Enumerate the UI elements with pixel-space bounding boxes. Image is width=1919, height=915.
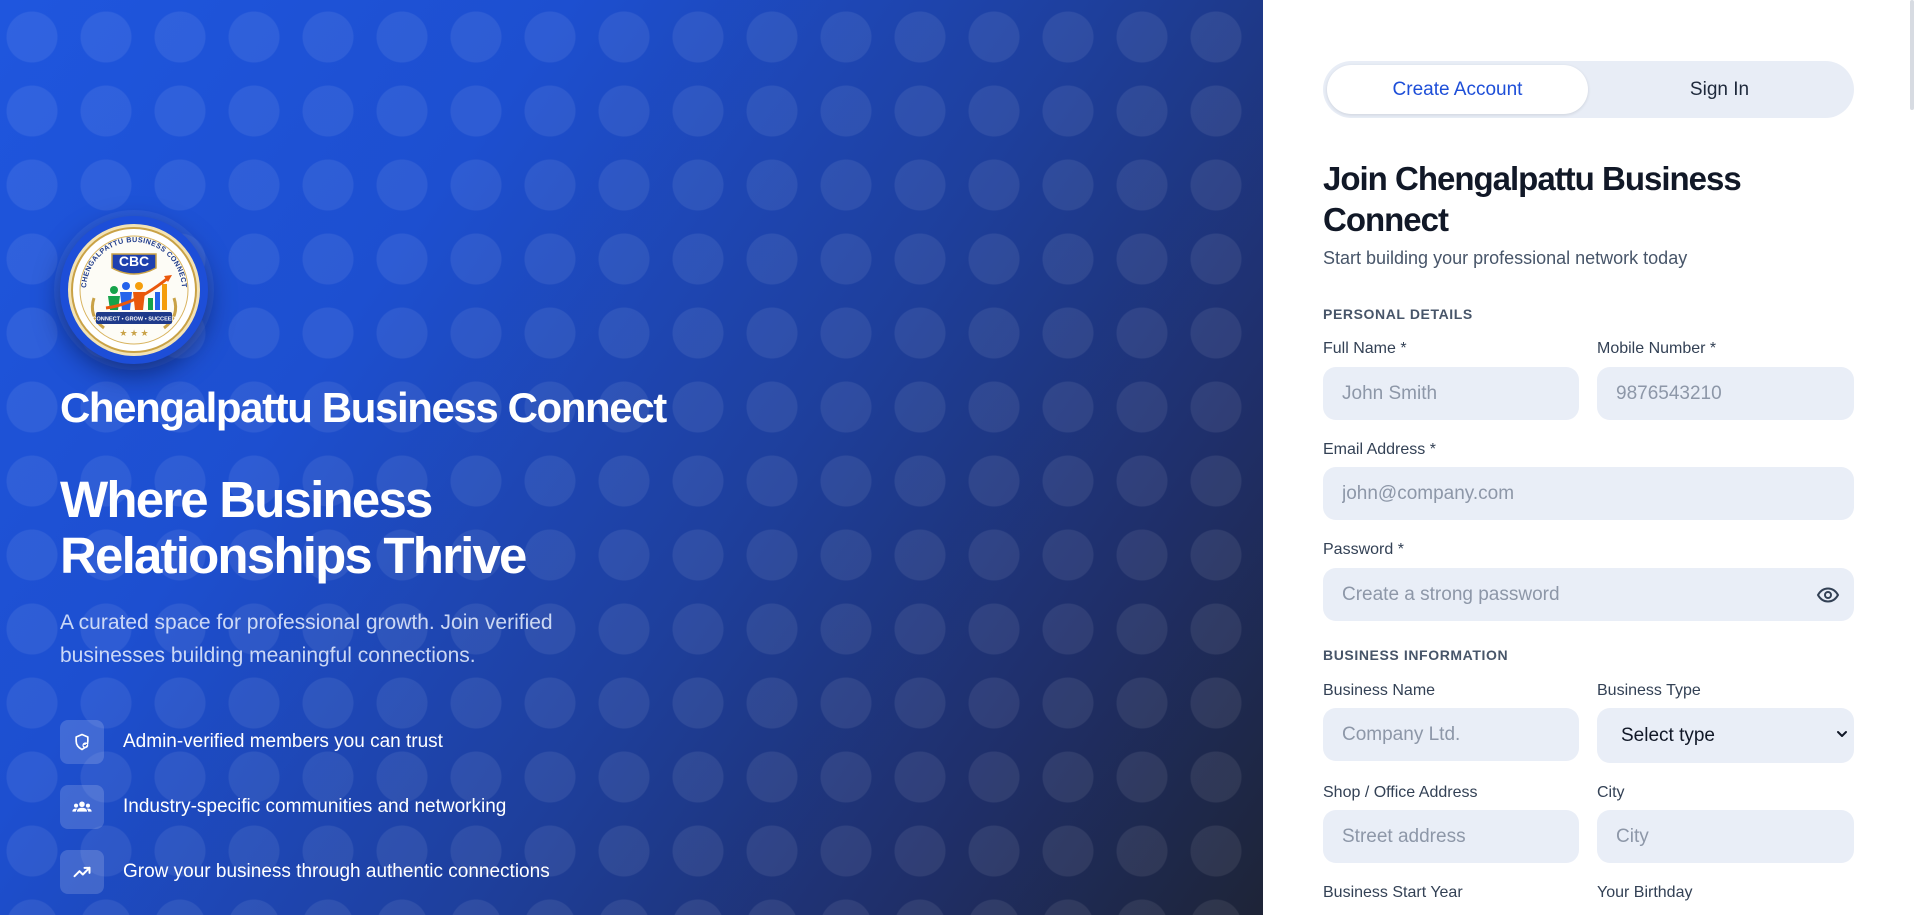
- feature-text: Industry-specific communities and networ…: [123, 796, 507, 817]
- business-name-label: Business Name: [1323, 682, 1436, 699]
- feature-text: Grow your business through authentic con…: [123, 861, 550, 882]
- cbc-logo: CHENGALPATTU BUSINESS CONNECT CBC CONNEC: [60, 216, 208, 364]
- business-type-selected: Select type: [1621, 724, 1715, 746]
- scrollbar-thumb[interactable]: [1910, 0, 1914, 110]
- address-input[interactable]: [1342, 810, 1579, 863]
- password-label: Password *: [1323, 541, 1404, 558]
- verified-shield-icon: [60, 720, 104, 764]
- full-name-field: [1323, 367, 1579, 420]
- trending-up-icon: [60, 850, 104, 894]
- hero-tagline: Where Business Relationships Thrive: [60, 471, 527, 584]
- form-title: Join Chengalpattu Business Connect: [1323, 160, 1742, 238]
- chevron-down-icon: [1837, 731, 1847, 737]
- svg-text:★ ★ ★: ★ ★ ★: [119, 328, 148, 338]
- email-field: [1323, 467, 1854, 520]
- city-label: City: [1597, 784, 1625, 801]
- tab-create-account[interactable]: Create Account: [1327, 65, 1588, 114]
- full-name-label: Full Name *: [1323, 340, 1407, 357]
- cbc-logo-emblem: CHENGALPATTU BUSINESS CONNECT CBC CONNEC: [68, 224, 200, 356]
- business-type-select[interactable]: Select type: [1597, 708, 1854, 763]
- auth-tab-switcher: Create Account Sign In: [1323, 61, 1854, 118]
- password-input[interactable]: [1342, 568, 1854, 621]
- signup-panel: Create Account Sign In Join Chengalpattu…: [1263, 0, 1919, 915]
- logo-initials: CBC: [119, 253, 149, 269]
- email-label: Email Address *: [1323, 441, 1436, 458]
- form-subtitle: Start building your professional network…: [1323, 248, 1688, 268]
- business-name-input[interactable]: [1342, 708, 1579, 761]
- full-name-input[interactable]: [1342, 367, 1579, 420]
- feature-item-communities: Industry-specific communities and networ…: [60, 785, 506, 829]
- scrollbar[interactable]: [1908, 0, 1919, 915]
- business-type-label: Business Type: [1597, 682, 1701, 699]
- city-input[interactable]: [1616, 810, 1854, 863]
- feature-item-growth: Grow your business through authentic con…: [60, 850, 550, 894]
- start-year-label: Business Start Year: [1323, 884, 1463, 901]
- password-field: [1323, 568, 1854, 621]
- feature-text: Admin-verified members you can trust: [123, 731, 443, 752]
- business-name-field: [1323, 708, 1579, 761]
- email-input[interactable]: [1342, 467, 1854, 520]
- address-field: [1323, 810, 1579, 863]
- address-label: Shop / Office Address: [1323, 784, 1478, 801]
- people-group-icon: [60, 785, 104, 829]
- section-label-business: BUSINESS INFORMATION: [1323, 647, 1509, 663]
- city-field: [1597, 810, 1854, 863]
- brand-name: Chengalpattu Business Connect: [60, 384, 667, 431]
- mobile-number-label: Mobile Number *: [1597, 340, 1717, 357]
- mobile-number-field: [1597, 367, 1854, 420]
- feature-item-verified: Admin-verified members you can trust: [60, 720, 443, 764]
- birthday-label: Your Birthday: [1597, 884, 1693, 901]
- mobile-number-input[interactable]: [1616, 367, 1854, 420]
- hero-subtitle: A curated space for professional growth.…: [60, 611, 553, 667]
- section-label-personal: PERSONAL DETAILS: [1323, 306, 1473, 322]
- hero-panel: CHENGALPATTU BUSINESS CONNECT CBC CONNEC: [0, 0, 1263, 915]
- tab-sign-in[interactable]: Sign In: [1589, 65, 1850, 114]
- eye-icon[interactable]: [1816, 583, 1840, 607]
- logo-motto: CONNECT • GROW • SUCCEED: [92, 317, 175, 323]
- hero-content: CHENGALPATTU BUSINESS CONNECT CBC CONNEC: [60, 0, 760, 915]
